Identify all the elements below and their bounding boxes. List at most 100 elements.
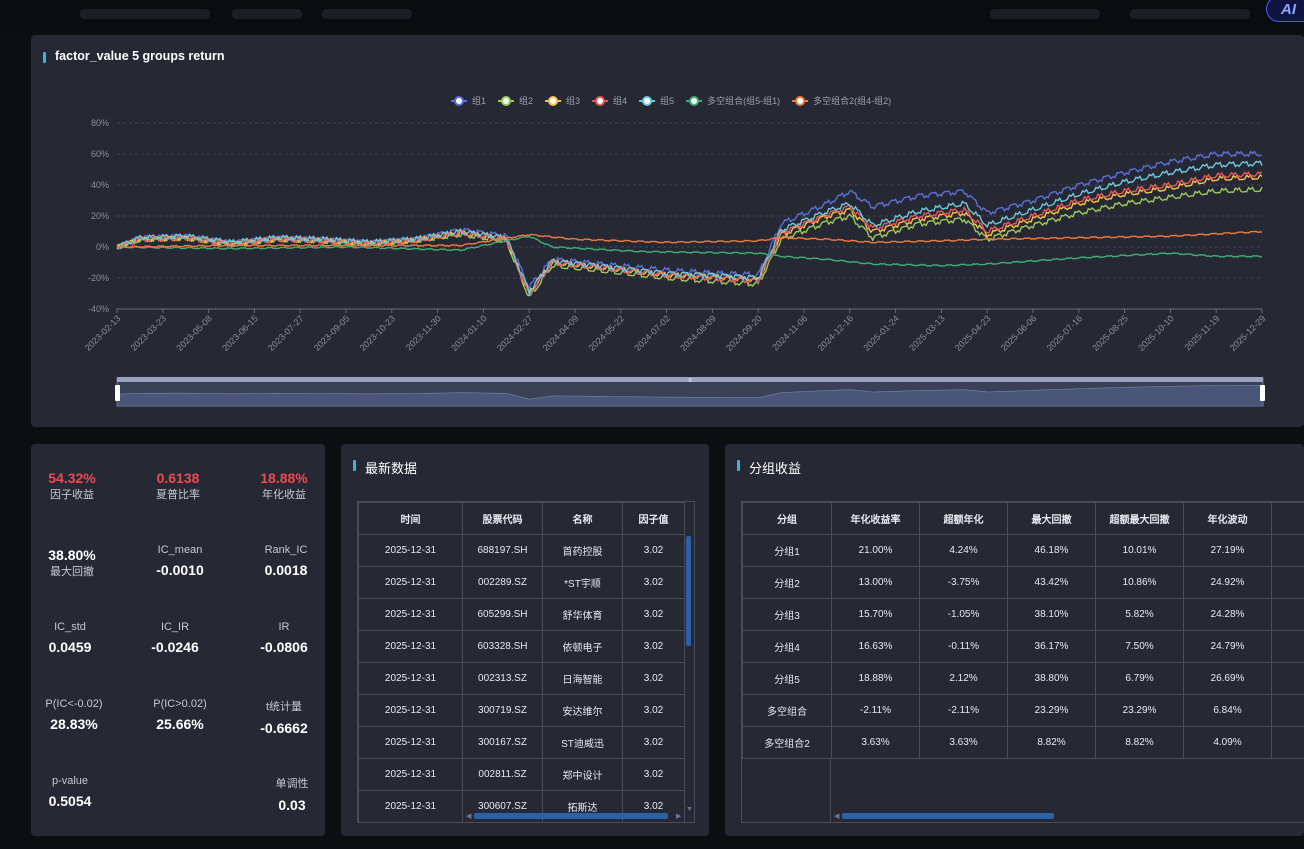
table-row[interactable]: 2025-12-31 300719.SZ 安达维尔 3.02 — [358, 694, 685, 727]
vertical-scrollbar-thumb[interactable] — [686, 536, 691, 646]
table-cell: 24.28% — [1183, 598, 1272, 631]
x-tick-label: 2024-01-10 — [449, 313, 489, 353]
table-cell: 4.24% — [919, 534, 1008, 567]
legend-marker — [501, 96, 512, 106]
column-divider — [830, 758, 831, 822]
table-row[interactable]: 2025-12-31 002811.SZ 郑中设计 3.02 — [358, 758, 685, 791]
x-tick-label: 2023-11-30 — [404, 313, 443, 352]
table-row[interactable]: 2025-12-31 603328.SH 依顿电子 3.02 — [358, 630, 685, 663]
table-cell: 2025-12-31 — [358, 566, 463, 599]
table-cell: 首药控股 — [542, 534, 623, 567]
column-header[interactable]: 股票代码 — [462, 502, 543, 535]
stat-value: 18.88% — [260, 470, 308, 486]
column-header[interactable]: 年化收益率 — [831, 502, 920, 535]
zoom-handle-left — [115, 385, 120, 401]
column-header[interactable]: 因子值 — [622, 502, 685, 535]
nav-item-blurred[interactable] — [80, 9, 210, 19]
column-header[interactable]: 最大回撤 — [1007, 502, 1096, 535]
nav-item-blurred[interactable] — [232, 9, 302, 19]
table-cell: 3 — [1271, 662, 1304, 695]
legend-marker — [795, 96, 806, 106]
scroll-left-arrow-icon[interactable]: ◀ — [466, 812, 471, 820]
table-cell: 4.09% — [1183, 726, 1272, 759]
table-cell: 日海智能 — [542, 662, 623, 695]
nav-item-blurred[interactable] — [322, 9, 412, 19]
table-cell: 3.02 — [622, 630, 685, 663]
x-tick-label: 2025-04-23 — [953, 313, 993, 353]
table-cell: -0.11% — [919, 630, 1008, 663]
group-returns-panel: 分组收益 分组年化收益率超额年化最大回撤超额最大回撤年化波动超额 分组121.0… — [725, 444, 1304, 836]
column-header[interactable]: 年化波动 — [1183, 502, 1272, 535]
table-cell: 6.79% — [1095, 662, 1184, 695]
table-cell: 26.69% — [1183, 662, 1272, 695]
table-row[interactable]: 分组213.00%-3.75%43.42%10.86%24.92%2 — [742, 566, 1304, 599]
column-header[interactable]: 超额最大回撤 — [1095, 502, 1184, 535]
table-cell: 23.29% — [1007, 694, 1096, 727]
table-cell: 2 — [1271, 630, 1304, 663]
column-header[interactable]: 超额年化 — [919, 502, 1008, 535]
table-cell: ST迪威迅 — [542, 726, 623, 759]
ai-button[interactable]: AI — [1266, 0, 1304, 22]
legend-marker — [454, 96, 464, 106]
stat-max-drawdown: 38.80% 最大回撤 — [27, 547, 117, 579]
table-row[interactable]: 多空组合23.63%3.63%8.82%8.82%4.09%4 — [742, 726, 1304, 759]
column-header[interactable]: 分组 — [742, 502, 832, 535]
table-row[interactable]: 2025-12-31 300167.SZ ST迪威迅 3.02 — [358, 726, 685, 759]
nav-item-blurred[interactable] — [990, 9, 1100, 19]
y-tick-label: 80% — [91, 118, 109, 128]
table-cell: 依顿电子 — [542, 630, 623, 663]
table-cell: 27.19% — [1183, 534, 1272, 567]
stat-ic-mean: IC_mean -0.0010 — [135, 544, 225, 578]
table-cell: 多空组合2 — [742, 726, 832, 759]
stat-value: -0.6662 — [260, 720, 308, 736]
table-row[interactable]: 多空组合-2.11%-2.11%23.29%23.29%6.84%6 — [742, 694, 1304, 727]
table-cell: 分组2 — [742, 566, 832, 599]
stat-value: -0.0246 — [151, 639, 199, 655]
group-table-container[interactable]: 分组年化收益率超额年化最大回撤超额最大回撤年化波动超额 分组121.00%4.2… — [741, 501, 1304, 823]
stat-p-ic-positive: P(IC>0.02) 25.66% — [135, 698, 225, 732]
nav-item-blurred[interactable] — [1130, 9, 1250, 19]
latest-data-panel: 最新数据 时间 股票代码 名称 因子值 2025-12-31 688197.SH 首药控股… — [341, 444, 709, 836]
table-cell: 3.02 — [622, 758, 685, 791]
x-tick-label: 2025-08-25 — [1090, 313, 1130, 353]
table-cell: 2 — [1271, 566, 1304, 599]
group-table-body: 分组121.00%4.24%46.18%10.01%27.19%4分组213.0… — [742, 534, 1304, 759]
table-row[interactable]: 分组518.88%2.12%38.80%6.79%26.69%3 — [742, 662, 1304, 695]
latest-table-container[interactable]: 时间 股票代码 名称 因子值 2025-12-31 688197.SH 首药控股 3.02 2… — [357, 501, 695, 823]
stat-value: 28.83% — [50, 716, 98, 732]
stat-label: 单调性 — [275, 778, 309, 790]
table-cell: 4 — [1271, 726, 1304, 759]
stat-label: P(IC<-0.02) — [45, 698, 103, 710]
stat-value: 0.0018 — [264, 562, 308, 578]
table-row[interactable]: 2025-12-31 688197.SH 首药控股 3.02 — [358, 534, 685, 567]
table-cell: -2.11% — [919, 694, 1008, 727]
table-cell: 分组4 — [742, 630, 832, 663]
horizontal-scrollbar-thumb[interactable] — [474, 813, 668, 819]
line-chart: 80% 60% 40% 20% 0% -20% -40%2023-02-13 2023-03-… — [83, 95, 1267, 407]
table-row[interactable]: 分组121.00%4.24%46.18%10.01%27.19%4 — [742, 534, 1304, 567]
group-header-row: 分组年化收益率超额年化最大回撤超额最大回撤年化波动超额 — [742, 502, 1304, 535]
x-tick-label: 2024-12-16 — [816, 313, 856, 353]
table-cell: 16.63% — [831, 630, 920, 663]
stat-annual-return: 18.88% 年化收益 — [239, 470, 329, 502]
table-cell: 2025-12-31 — [358, 758, 463, 791]
zoom-drag-handle[interactable]: ≡ — [688, 378, 692, 384]
x-tick-label: 2025-06-06 — [999, 313, 1039, 353]
stat-label: P(IC>0.02) — [153, 698, 207, 710]
table-cell: 2.12% — [919, 662, 1008, 695]
stat-label: IC_IR — [160, 621, 190, 633]
scroll-right-arrow-icon[interactable]: ▶ — [676, 812, 681, 820]
table-row[interactable]: 2025-12-31 002289.SZ *ST宇顺 3.02 — [358, 566, 685, 599]
horizontal-scrollbar-thumb[interactable] — [842, 813, 1054, 819]
column-header[interactable]: 名称 — [542, 502, 623, 535]
table-row[interactable]: 分组416.63%-0.11%36.17%7.50%24.79%2 — [742, 630, 1304, 663]
table-row[interactable]: 2025-12-31 002313.SZ 日海智能 3.02 — [358, 662, 685, 695]
table-row[interactable]: 2025-12-31 605299.SH 舒华体育 3.02 — [358, 598, 685, 631]
table-row[interactable]: 分组315.70%-1.05%38.10%5.82%24.28%2 — [742, 598, 1304, 631]
table-cell: 8.82% — [1095, 726, 1184, 759]
column-header[interactable]: 超额 — [1271, 502, 1304, 535]
column-header[interactable]: 时间 — [358, 502, 463, 535]
scroll-left-arrow-icon[interactable]: ◀ — [834, 812, 839, 820]
scroll-down-arrow-icon[interactable]: ▼ — [686, 806, 693, 813]
table-cell: 7.50% — [1095, 630, 1184, 663]
